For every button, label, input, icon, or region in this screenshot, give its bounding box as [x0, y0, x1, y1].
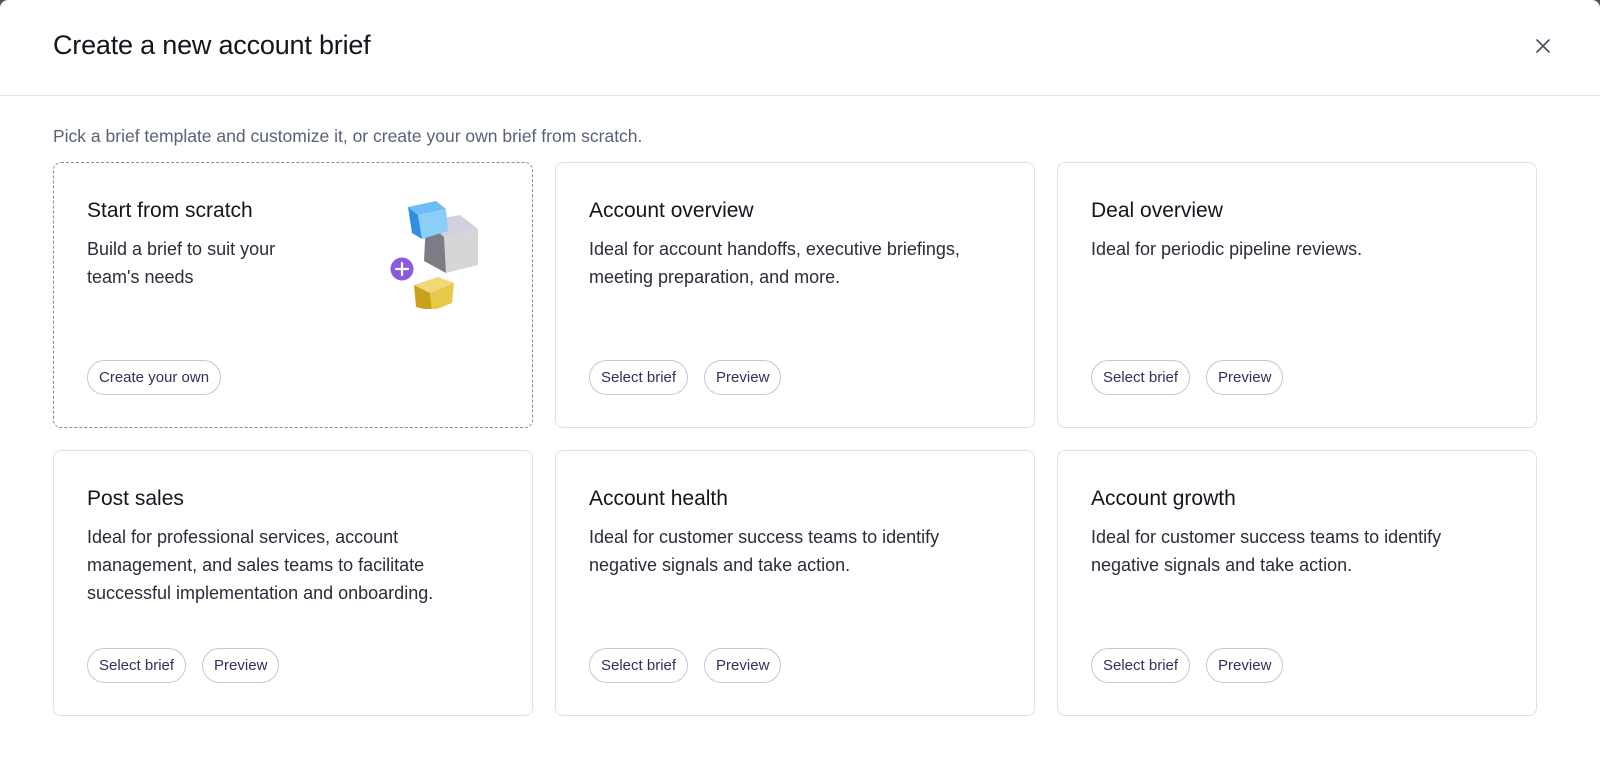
card-title: Account health — [589, 487, 728, 510]
create-brief-modal: Create a new account brief Pick a brief … — [0, 0, 1600, 762]
card-description: Ideal for customer success teams to iden… — [1091, 527, 1442, 575]
card-title: Post sales — [87, 487, 184, 510]
modal-header: Create a new account brief — [0, 0, 1600, 96]
card-actions: Select brief Preview — [1091, 648, 1284, 683]
template-card-post-sales: Post sales Ideal for professional servic… — [53, 450, 533, 716]
card-description: Ideal for periodic pipeline reviews. — [1091, 239, 1363, 259]
card-description: Build a brief to suit your team's needs — [87, 239, 276, 287]
template-grid: Start from scratch Build a brief to suit… — [53, 162, 1547, 716]
card-actions: Select brief Preview — [589, 360, 782, 395]
card-actions: Create your own — [87, 360, 222, 395]
card-description: Ideal for professional services, account… — [87, 527, 434, 603]
card-title: Account growth — [1091, 487, 1236, 510]
preview-button[interactable]: Preview — [704, 360, 782, 395]
close-button[interactable] — [1529, 32, 1557, 60]
card-actions: Select brief Preview — [1091, 360, 1284, 395]
template-card-deal-overview: Deal overview Ideal for periodic pipelin… — [1057, 162, 1537, 428]
card-actions: Select brief Preview — [589, 648, 782, 683]
preview-button[interactable]: Preview — [704, 648, 782, 683]
card-description: Ideal for account handoffs, executive br… — [589, 239, 960, 287]
template-card-account-health: Account health Ideal for customer succes… — [555, 450, 1035, 716]
modal-body: Pick a brief template and customize it, … — [0, 126, 1600, 716]
modal-subtitle: Pick a brief template and customize it, … — [53, 126, 643, 146]
select-brief-button[interactable]: Select brief — [1091, 360, 1191, 395]
preview-button[interactable]: Preview — [1206, 648, 1284, 683]
template-card-account-growth: Account growth Ideal for customer succes… — [1057, 450, 1537, 716]
template-card-account-overview: Account overview Ideal for account hando… — [555, 162, 1035, 428]
preview-button[interactable]: Preview — [1206, 360, 1284, 395]
card-actions: Select brief Preview — [87, 648, 280, 683]
create-your-own-button[interactable]: Create your own — [87, 360, 222, 395]
select-brief-button[interactable]: Select brief — [589, 360, 689, 395]
select-brief-button[interactable]: Select brief — [589, 648, 689, 683]
card-title: Deal overview — [1091, 199, 1223, 222]
preview-button[interactable]: Preview — [202, 648, 280, 683]
select-brief-button[interactable]: Select brief — [1091, 648, 1191, 683]
select-brief-button[interactable]: Select brief — [87, 648, 187, 683]
cubes-plus-icon — [390, 201, 478, 309]
close-icon — [1536, 38, 1550, 53]
modal-title: Create a new account brief — [53, 30, 371, 60]
card-description: Ideal for customer success teams to iden… — [589, 527, 940, 575]
card-title: Account overview — [589, 199, 754, 222]
template-card-start-from-scratch[interactable]: Start from scratch Build a brief to suit… — [53, 162, 533, 428]
